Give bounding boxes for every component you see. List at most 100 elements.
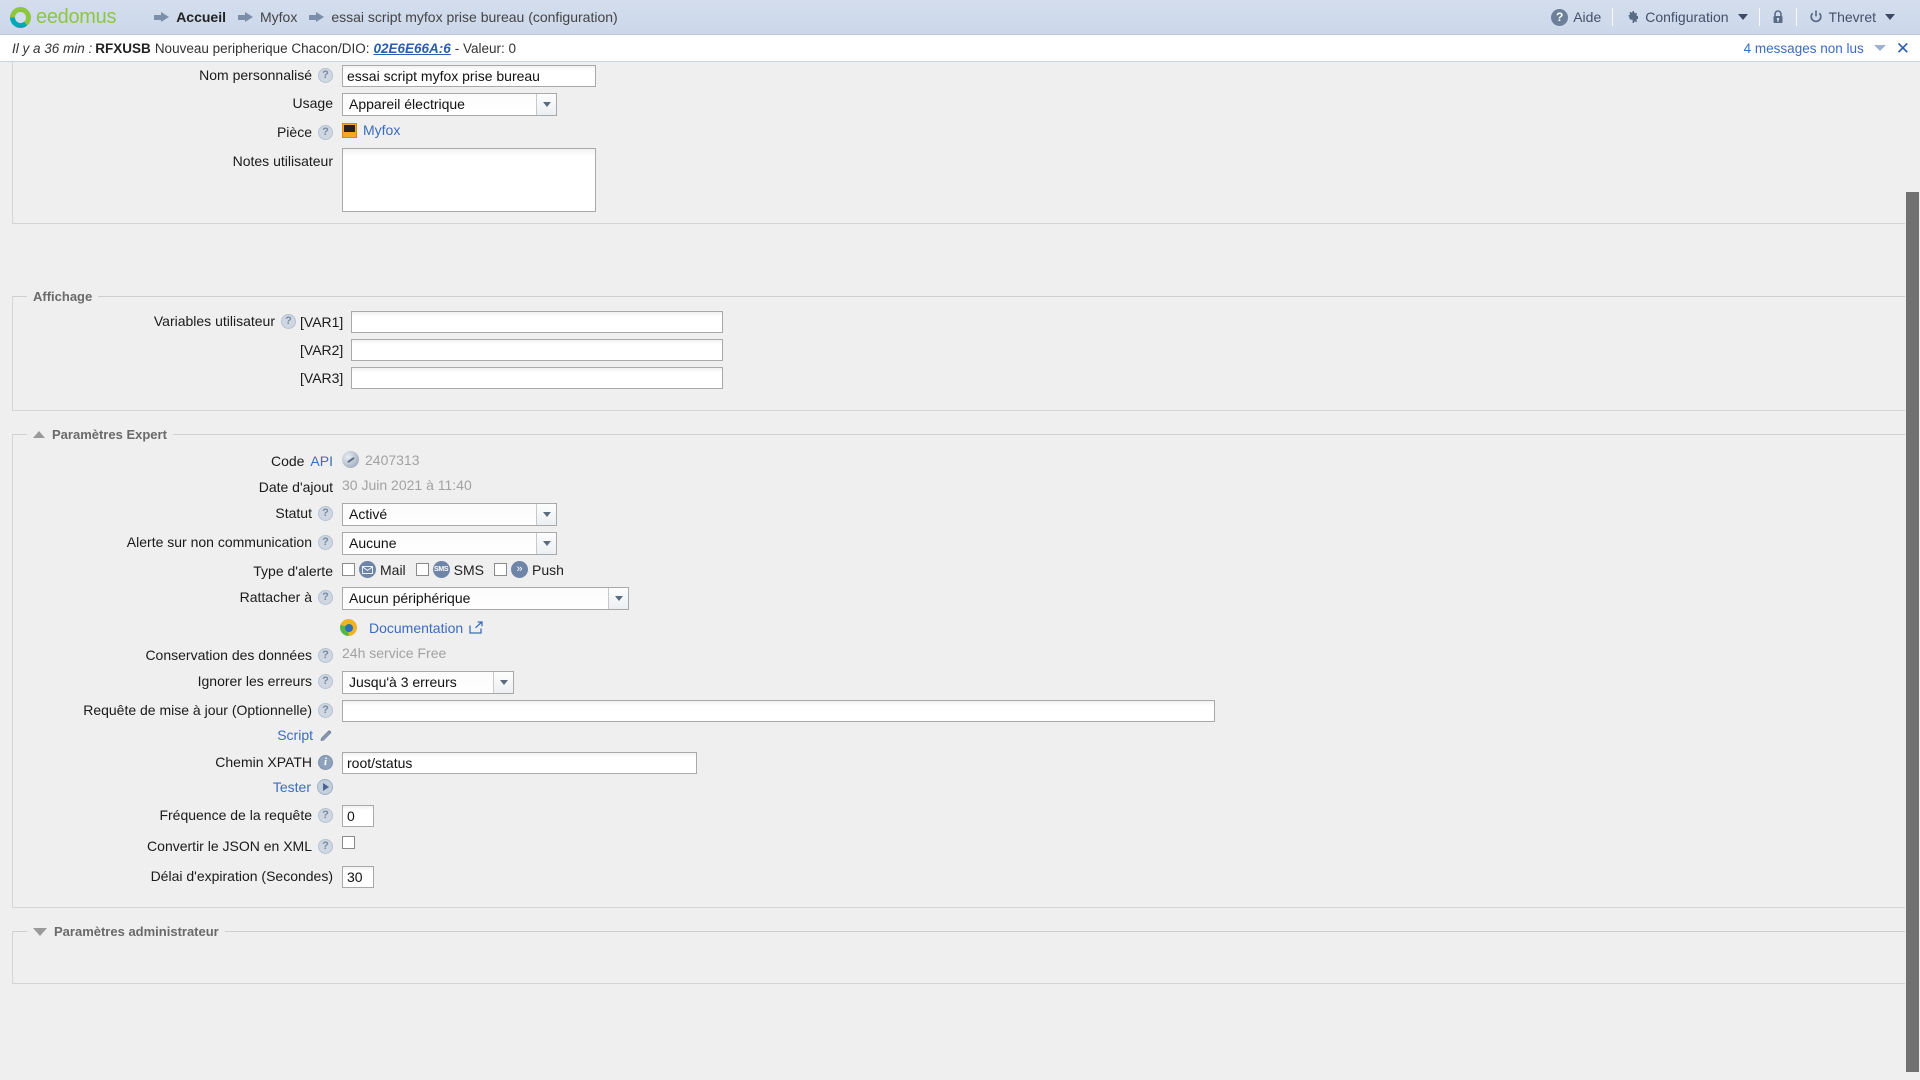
notification-device-link[interactable]: 02E6E66A:6 [373, 41, 450, 56]
frequence-requete-input[interactable] [342, 805, 374, 827]
help-icon[interactable]: ? [318, 673, 333, 689]
delai-expiration-input[interactable] [342, 866, 374, 888]
help-icon[interactable]: ? [281, 313, 296, 329]
chevron-down-icon[interactable] [536, 504, 556, 525]
app-logo[interactable]: eedomus [10, 6, 116, 29]
play-icon[interactable] [317, 779, 333, 795]
push-icon: » [511, 561, 529, 578]
info-icon[interactable]: i [318, 754, 333, 770]
alert-mail-checkbox[interactable] [342, 563, 355, 576]
help-icon[interactable]: ? [318, 702, 333, 718]
configuration-label: Configuration [1645, 9, 1729, 25]
rattacher-a-select[interactable]: Aucun périphérique [342, 587, 629, 610]
help-icon[interactable]: ? [318, 647, 333, 663]
usage-select[interactable]: Appareil électrique [342, 93, 557, 116]
eedomus-ring-icon [10, 6, 31, 28]
date-ajout-value: 30 Juin 2021 à 11:40 [342, 477, 472, 493]
var2-input[interactable] [351, 339, 724, 361]
notification-suffix: - Valeur: 0 [454, 40, 517, 56]
nom-personnalise-input[interactable] [342, 65, 596, 87]
breadcrumb-label-myfox[interactable]: Myfox [260, 9, 297, 25]
help-icon[interactable]: ? [318, 124, 333, 140]
row-var2: [VAR2] [13, 336, 1907, 364]
chevron-down-icon[interactable] [493, 672, 513, 693]
control-date-ajout: 30 Juin 2021 à 11:40 [333, 477, 472, 493]
label-convertir-json-xml: Convertir le JSON en XML ? [13, 836, 333, 856]
label-conservation-donnees: Conservation des données ? [13, 645, 333, 665]
ignorer-erreurs-select[interactable]: Jusqu'à 3 erreurs [342, 671, 514, 694]
label-delai-expiration: Délai d'expiration (Secondes) [150, 868, 333, 884]
help-icon[interactable]: ? [318, 534, 333, 550]
requete-mise-a-jour-input[interactable] [342, 700, 1215, 722]
help-icon: ? [1551, 8, 1569, 26]
control-ignorer-erreurs: Jusqu'à 3 erreurs [333, 671, 514, 694]
control-notes-utilisateur [333, 148, 596, 212]
chemin-xpath-input[interactable] [342, 752, 697, 774]
documentation-link[interactable]: Documentation [369, 620, 463, 636]
unread-messages-link[interactable]: 4 messages non lus [1744, 41, 1864, 56]
help-menu-item[interactable]: ? Aide [1540, 8, 1612, 26]
row-documentation: Documentation [13, 613, 1907, 639]
help-icon[interactable]: ? [318, 807, 333, 823]
collapse-triangle-up-icon[interactable] [33, 431, 45, 438]
piece-link[interactable]: Myfox [363, 122, 400, 138]
breadcrumb-label-device[interactable]: essai script myfox prise bureau (configu… [331, 9, 617, 25]
arrow-right-icon [238, 11, 253, 23]
help-icon[interactable]: ? [318, 838, 333, 854]
api-link[interactable]: API [310, 451, 333, 471]
row-var3: [VAR3] [13, 364, 1907, 392]
var1-input[interactable] [351, 311, 724, 333]
affichage-legend: Affichage [33, 289, 93, 304]
chevron-down-icon[interactable] [1885, 14, 1895, 20]
chevron-down-icon[interactable] [1873, 45, 1886, 51]
label-variables-utilisateur: Variables utilisateur ? [13, 311, 296, 331]
convertir-json-xml-checkbox[interactable] [342, 836, 355, 849]
statut-select[interactable]: Activé [342, 503, 557, 526]
lock-menu-item[interactable] [1760, 9, 1796, 25]
chevron-down-icon[interactable] [536, 533, 556, 554]
help-icon[interactable]: ? [318, 67, 333, 83]
scrollbar-thumb[interactable] [1906, 192, 1919, 1072]
alerte-non-communication-select[interactable]: Aucune [342, 532, 557, 555]
control-chemin-xpath [333, 752, 697, 774]
pencil-icon[interactable] [319, 728, 333, 742]
row-var1: Variables utilisateur ? [VAR1] [13, 304, 1907, 336]
mail-icon [359, 561, 376, 578]
chevron-down-icon[interactable] [536, 94, 556, 115]
external-link-icon[interactable] [469, 621, 483, 634]
breadcrumb-label-accueil[interactable]: Accueil [176, 9, 226, 25]
notes-utilisateur-textarea[interactable] [342, 148, 596, 212]
label-requete-mise-a-jour: Requête de mise à jour (Optionnelle) ? [13, 700, 333, 720]
breadcrumb-item-myfox[interactable]: Myfox [238, 9, 297, 25]
rattacher-a-value: Aucun périphérique [349, 590, 471, 606]
room-icon [342, 122, 357, 138]
notification-actions: 4 messages non lus ✕ [1744, 40, 1910, 57]
row-convertir-json-xml: Convertir le JSON en XML ? [13, 830, 1907, 859]
breadcrumb-item-device[interactable]: essai script myfox prise bureau (configu… [309, 9, 618, 25]
brand-name: eedomus [36, 5, 117, 28]
configuration-menu-item[interactable]: Configuration [1613, 9, 1758, 25]
divider [1758, 8, 1760, 26]
user-menu-item[interactable]: Thevret [1797, 9, 1906, 25]
script-link[interactable]: Script [277, 725, 313, 745]
control-alerte-non-communication: Aucune [333, 532, 557, 555]
help-icon[interactable]: ? [318, 505, 333, 521]
chevron-down-icon[interactable] [608, 588, 628, 609]
control-var2: [VAR2] [296, 339, 724, 361]
label-rattacher-a: Rattacher à ? [13, 587, 333, 607]
chevron-down-icon[interactable] [1737, 14, 1748, 20]
alert-sms-checkbox[interactable] [415, 563, 429, 576]
vertical-scrollbar[interactable] [1905, 62, 1920, 1080]
breadcrumb-item-accueil[interactable]: Accueil [154, 9, 226, 25]
key-icon [342, 451, 359, 468]
tester-link[interactable]: Tester [273, 777, 311, 797]
var3-input[interactable] [351, 367, 724, 389]
help-icon[interactable]: ? [318, 589, 333, 605]
alert-push-checkbox[interactable] [494, 563, 508, 576]
power-icon [1808, 9, 1824, 25]
close-icon[interactable]: ✕ [1896, 40, 1910, 57]
control-rattacher-a: Aucun périphérique [333, 587, 629, 610]
control-usage: Appareil électrique [333, 93, 557, 116]
expand-triangle-down-icon[interactable] [33, 927, 47, 936]
alert-push-label: Push [532, 561, 564, 578]
